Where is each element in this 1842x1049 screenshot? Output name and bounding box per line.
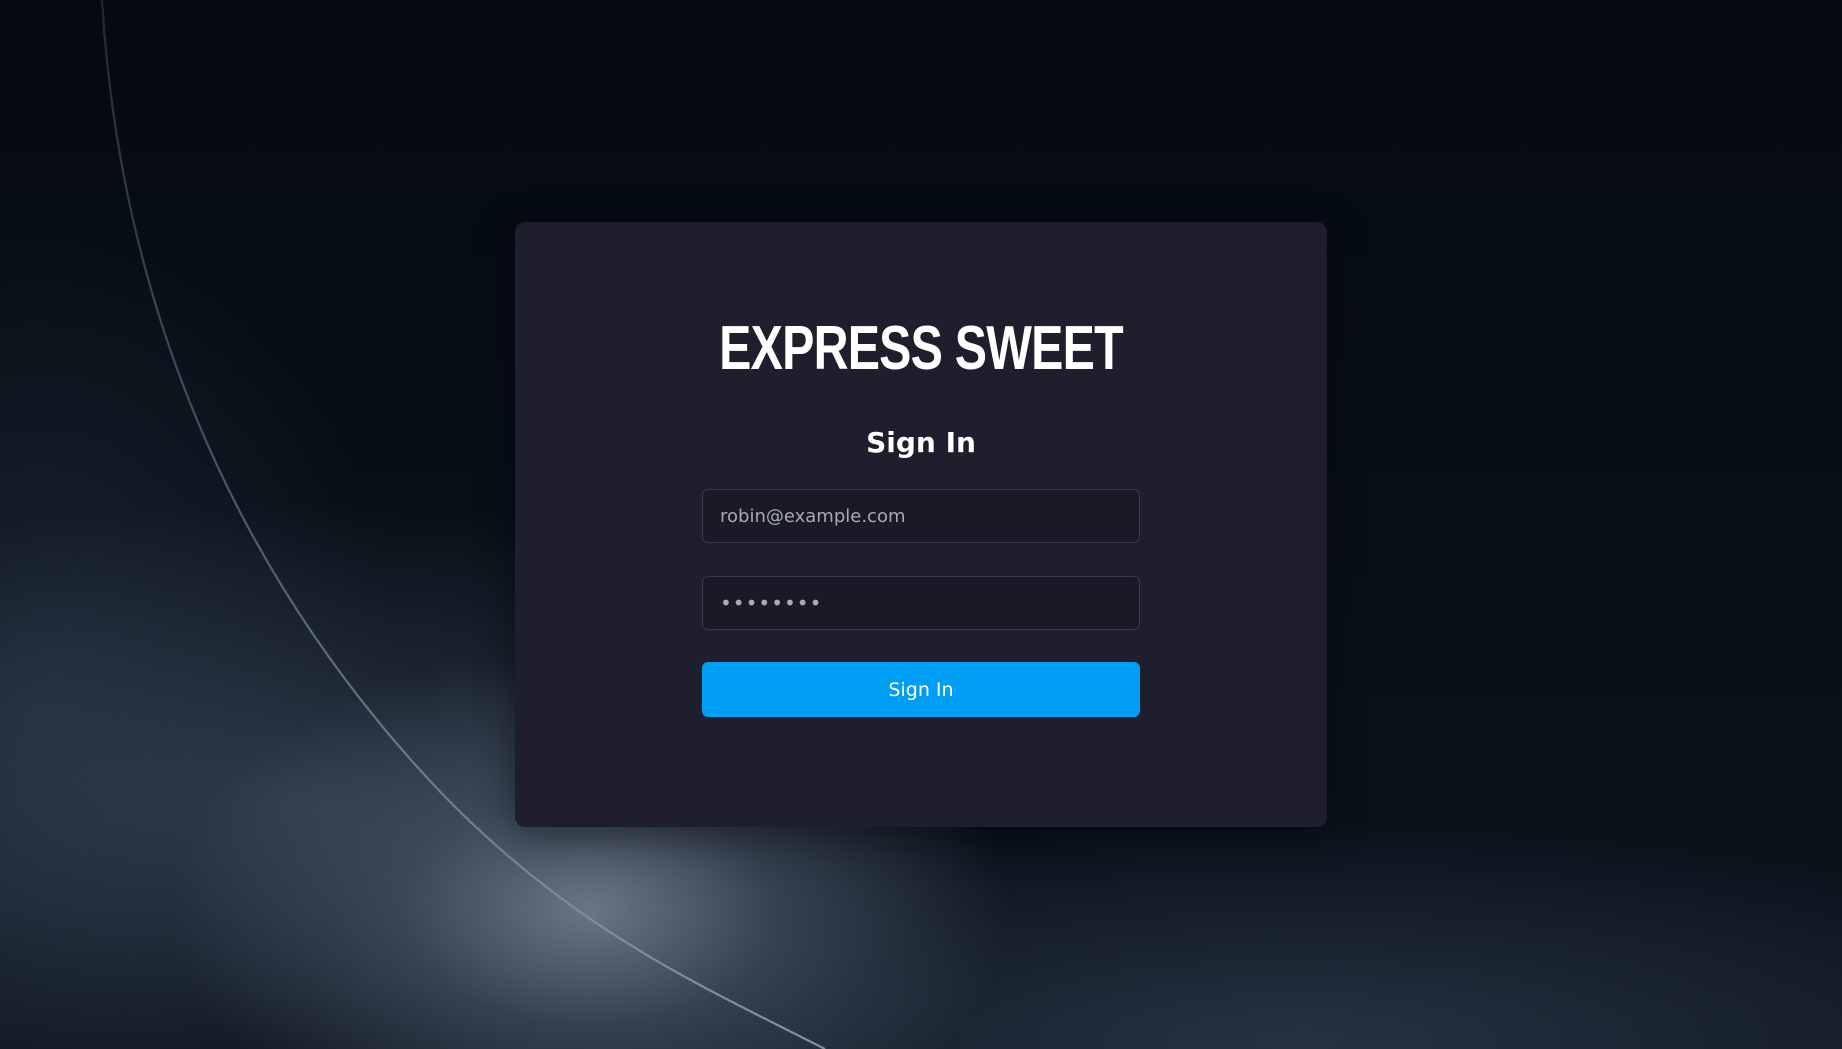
sign-in-heading: Sign In <box>866 426 976 459</box>
password-field[interactable] <box>702 576 1140 630</box>
brand-logo-text: EXPRESS SWEET <box>719 314 1123 383</box>
email-field[interactable] <box>702 489 1140 543</box>
login-page: EXPRESS SWEET Sign In Sign In <box>0 0 1842 1049</box>
sign-in-button[interactable]: Sign In <box>702 662 1140 717</box>
